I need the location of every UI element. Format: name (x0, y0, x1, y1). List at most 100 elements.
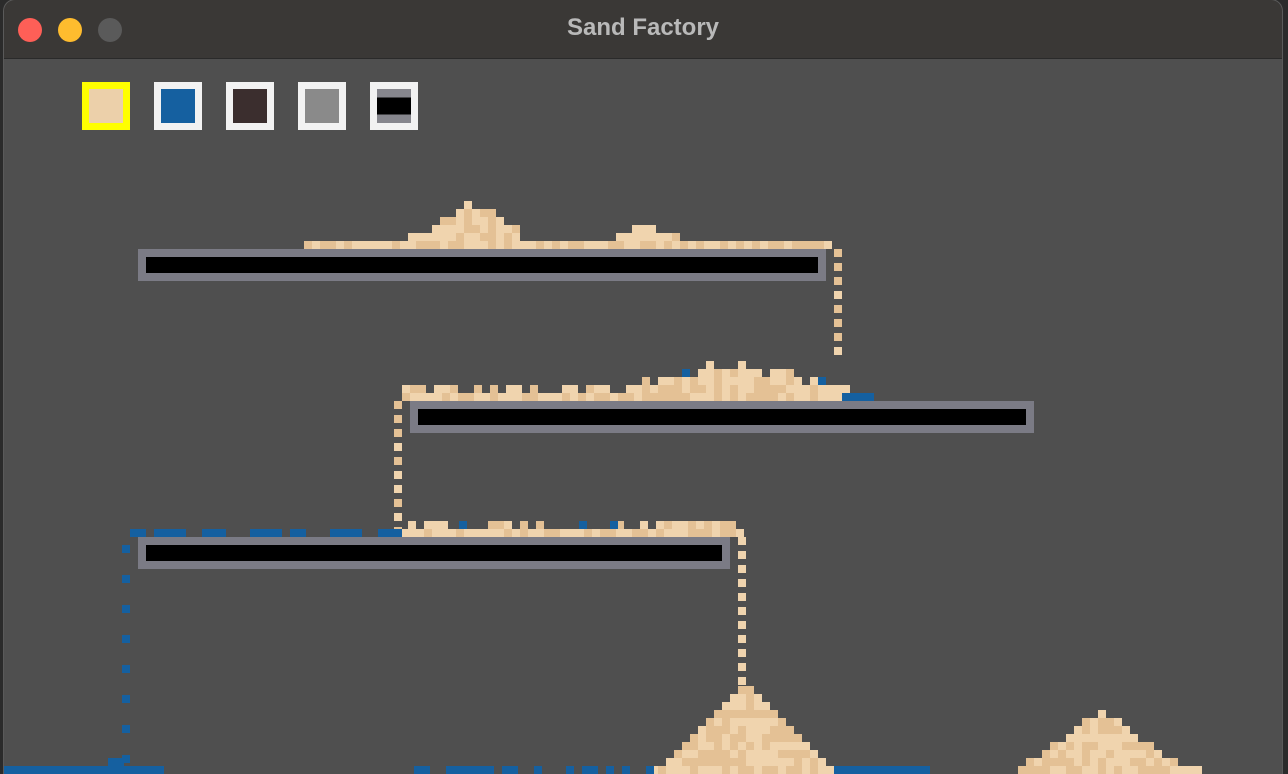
sand-grain (394, 429, 402, 437)
sand-grain (448, 233, 456, 241)
sand-grain (570, 393, 578, 401)
sand-grain (394, 457, 402, 465)
sand-grain (488, 529, 496, 537)
sand-grain (768, 241, 776, 249)
sand-grain (424, 521, 432, 529)
sand-grain (754, 766, 762, 774)
sand-grain (738, 649, 746, 657)
sand-grain (648, 233, 656, 241)
sand-grain (472, 233, 480, 241)
sand-grain (666, 377, 674, 385)
sand-grain (1098, 726, 1106, 734)
water-drop (60, 766, 68, 774)
sand-grain (496, 217, 504, 225)
sand-grain (592, 529, 600, 537)
sand-grain (1090, 718, 1098, 726)
sand-grain (530, 393, 538, 401)
sand-grain (738, 635, 746, 643)
sand-grain (418, 393, 426, 401)
sand-grain (818, 758, 826, 766)
water-drop (486, 766, 494, 774)
water-drop (76, 766, 84, 774)
sand-grain (786, 750, 794, 758)
sand-grain (688, 521, 696, 529)
sand-grain (1090, 750, 1098, 758)
sand-grain (1074, 758, 1082, 766)
sand-grain (834, 263, 842, 271)
sand-grain (1154, 766, 1162, 774)
sand-grain (576, 529, 584, 537)
sand-grain (762, 742, 770, 750)
sand-grain (778, 377, 786, 385)
sand-grain (1066, 742, 1074, 750)
sand-grain (738, 726, 746, 734)
sand-grain (722, 726, 730, 734)
sand-grain (762, 726, 770, 734)
sand-grain (722, 750, 730, 758)
sand-grain (482, 393, 490, 401)
sand-grain (408, 521, 416, 529)
sand-grain (1122, 758, 1130, 766)
sand-grain (730, 710, 738, 718)
sand-grain (738, 766, 746, 774)
sand-grain (818, 393, 826, 401)
sand-grain (1090, 734, 1098, 742)
sand-grain (458, 393, 466, 401)
water-drop (842, 393, 850, 401)
sand-grain (456, 209, 464, 217)
sand-grain (1074, 742, 1082, 750)
sand-grain (720, 241, 728, 249)
sand-grain (738, 750, 746, 758)
sand-grain (722, 702, 730, 710)
sand-grain (402, 385, 410, 393)
sand-grain (784, 241, 792, 249)
sand-grain (352, 241, 360, 249)
sand-grain (496, 241, 504, 249)
sand-grain (746, 718, 754, 726)
sand-grain (730, 742, 738, 750)
simulation-canvas[interactable] (4, 59, 1282, 774)
water-drop (346, 529, 354, 537)
sand-grain (608, 241, 616, 249)
water-drop (330, 529, 338, 537)
sand-grain (730, 758, 738, 766)
sand-grain (1098, 718, 1106, 726)
water-drop (462, 766, 470, 774)
sand-grain (1114, 750, 1122, 758)
sand-grain (466, 393, 474, 401)
sand-grain (616, 233, 624, 241)
sand-grain (312, 241, 320, 249)
sand-grain (818, 766, 826, 774)
sand-grain (1018, 766, 1026, 774)
sand-grain (754, 710, 762, 718)
sand-grain (576, 241, 584, 249)
sand-grain (626, 385, 634, 393)
sand-grain (682, 758, 690, 766)
sand-grain (706, 377, 714, 385)
water-drop (446, 766, 454, 774)
sand-grain (770, 385, 778, 393)
sand-grain (650, 385, 658, 393)
sand-grain (434, 393, 442, 401)
sand-grain (786, 726, 794, 734)
sand-grain (738, 686, 746, 694)
water-drop (36, 766, 44, 774)
sand-grain (738, 663, 746, 671)
sand-grain (376, 241, 384, 249)
title-bar[interactable]: Sand Factory (4, 0, 1282, 59)
sand-grain (650, 393, 658, 401)
sand-grain (706, 766, 714, 774)
water-drop (850, 393, 858, 401)
sand-grain (712, 521, 720, 529)
sand-grain (410, 393, 418, 401)
sand-grain (752, 241, 760, 249)
sand-grain (810, 750, 818, 758)
sand-grain (762, 377, 770, 385)
sand-grain (786, 734, 794, 742)
sand-grain (640, 225, 648, 233)
sand-grain (512, 225, 520, 233)
sand-grain (1026, 758, 1034, 766)
sand-grain (344, 241, 352, 249)
sand-grain (770, 710, 778, 718)
sand-grain (648, 225, 656, 233)
